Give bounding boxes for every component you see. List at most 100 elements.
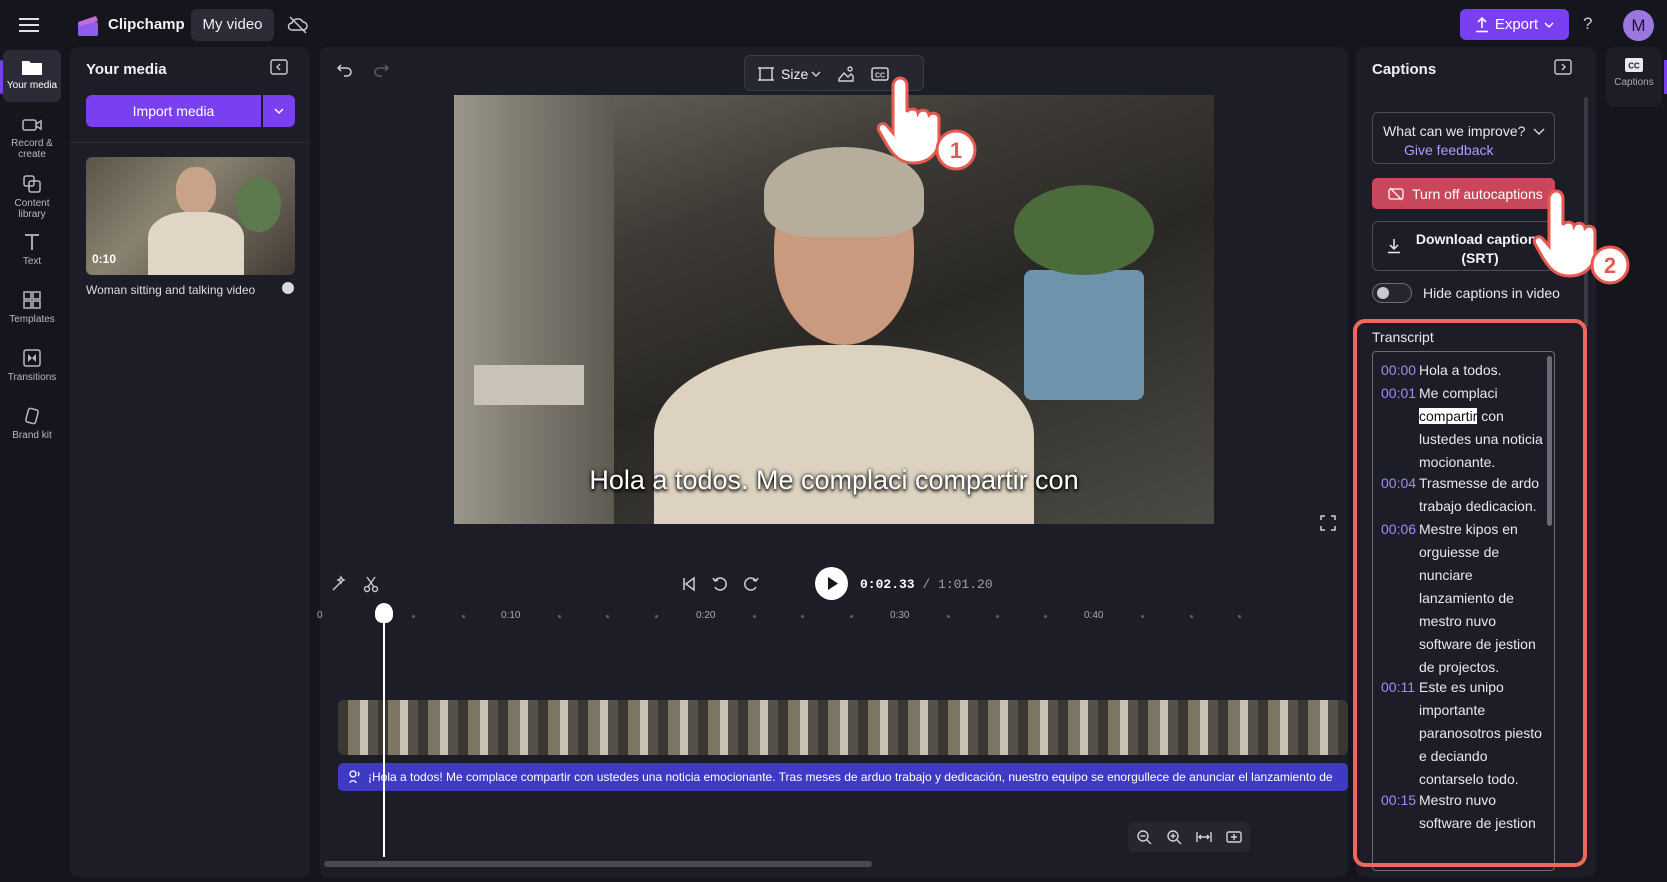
pointing-hand-icon: 2: [1532, 189, 1630, 285]
avatar[interactable]: M: [1623, 10, 1654, 41]
redo-icon[interactable]: [372, 61, 390, 79]
brand-kit-icon: [25, 407, 39, 425]
skip-back-icon[interactable]: [680, 575, 698, 593]
media-duration: 0:10: [92, 252, 117, 266]
upload-icon: [1475, 16, 1488, 32]
rail-item-your-media[interactable]: Your media: [3, 50, 61, 102]
hide-captions-toggle[interactable]: [1372, 283, 1412, 303]
preview-area: Size CC Hola a todos. Me complaci compar…: [317, 47, 1348, 877]
captions-tab-label: Captions: [1614, 77, 1654, 88]
give-feedback-link[interactable]: Give feedback: [1404, 142, 1494, 158]
rail-item-content-library[interactable]: Content library: [3, 174, 61, 220]
crop-icon[interactable]: [757, 65, 775, 83]
chevron-down-icon[interactable]: [1533, 126, 1545, 136]
ruler-dot: [801, 615, 804, 618]
download-icon: [1388, 239, 1400, 254]
rail-item-text[interactable]: Text: [3, 232, 61, 267]
ruler-dot: [850, 615, 853, 618]
app-name: Clipchamp: [108, 16, 185, 33]
play-button[interactable]: [815, 567, 848, 600]
menu-icon[interactable]: [18, 15, 40, 35]
playhead[interactable]: [383, 607, 385, 857]
clipchamp-logo-icon: [78, 16, 98, 36]
ruler-dot: [606, 615, 609, 618]
video-title-tab[interactable]: My video: [191, 9, 274, 41]
check-icon: [282, 282, 294, 294]
ruler-tick-label: 0:40: [1084, 610, 1104, 621]
ruler-dot: [412, 615, 415, 618]
feedback-box[interactable]: What can we improve? Give feedback: [1372, 112, 1555, 164]
ruler-tick-label: 0: [317, 610, 323, 621]
rail-label: Record & create: [11, 138, 53, 160]
plant-pot: [1024, 270, 1144, 400]
ruler-tick-label: 0:30: [890, 610, 910, 621]
divider: [70, 142, 310, 143]
timeline-scrollbar[interactable]: [324, 861, 872, 867]
text-icon: [25, 234, 39, 250]
rail-label: Transitions: [7, 372, 57, 383]
person-body: [654, 345, 1034, 524]
ruler-dot: [996, 615, 999, 618]
rail-label: Templates: [9, 314, 55, 325]
playhead-handle[interactable]: [375, 603, 393, 623]
rail-item-record-create[interactable]: Record & create: [3, 116, 61, 160]
caption-overlay: Hola a todos. Me complaci compartir con: [589, 465, 1079, 495]
chevron-down-icon: [1544, 21, 1554, 28]
background-remove-icon[interactable]: [837, 65, 855, 83]
rail-item-transitions[interactable]: Transitions: [3, 348, 61, 383]
zoom-out-icon[interactable]: [1136, 829, 1152, 845]
zoom-controls: [1128, 822, 1250, 852]
chevron-down-icon: [274, 108, 284, 115]
captions-tab[interactable]: CC Captions: [1606, 47, 1662, 107]
collapse-panel-icon[interactable]: [1554, 59, 1572, 75]
ruler-dot: [753, 615, 756, 618]
toggle-knob: [1377, 287, 1389, 299]
collapse-panel-icon[interactable]: [270, 59, 288, 75]
import-media-button[interactable]: Import media: [86, 95, 261, 127]
rail-label: Your media: [6, 80, 58, 91]
export-button[interactable]: Export: [1460, 9, 1569, 40]
play-icon: [828, 577, 838, 590]
rail-label: Content library: [14, 198, 50, 220]
captions-off-icon: [1388, 187, 1404, 200]
expand-timeline-icon[interactable]: [1226, 829, 1242, 845]
rail-item-brand-kit[interactable]: Brand kit: [3, 406, 61, 441]
video-track[interactable]: [338, 700, 1348, 755]
media-thumbnail[interactable]: [86, 157, 295, 275]
playback-time: 0:02.33 / 1:01.20: [860, 577, 993, 592]
size-label[interactable]: Size: [781, 66, 808, 82]
zoom-in-icon[interactable]: [1166, 829, 1182, 845]
video-preview[interactable]: Hola a todos. Me complaci compartir con: [454, 95, 1214, 524]
rail-item-templates[interactable]: Templates: [3, 290, 61, 325]
templates-icon: [23, 291, 41, 309]
fit-to-width-icon[interactable]: [1196, 829, 1212, 845]
top-bar: Clipchamp My video Export ? M: [0, 0, 1667, 50]
magic-wand-icon[interactable]: [330, 575, 348, 593]
ruler-dot: [1141, 615, 1144, 618]
forward-5-icon[interactable]: [742, 575, 760, 593]
transitions-icon: [23, 349, 41, 367]
media-panel-title: Your media: [86, 61, 167, 78]
step-number: 1: [950, 138, 962, 163]
caption-track-text: ¡Hola a todos! Me complace compartir con…: [368, 770, 1333, 784]
scissors-icon[interactable]: [362, 575, 380, 593]
captions-panel-title: Captions: [1372, 61, 1437, 78]
svg-text:CC: CC: [1628, 62, 1640, 71]
chevron-down-icon: [811, 71, 821, 77]
help-button[interactable]: ?: [1583, 14, 1592, 34]
ruler-dot: [462, 615, 465, 618]
media-panel: Your media Import media 0:10 Woman sitti…: [70, 47, 310, 877]
cloud-off-icon[interactable]: [287, 15, 309, 35]
left-navigation-rail: Your media Record & create Content libra…: [0, 50, 66, 882]
export-label: Export: [1494, 16, 1539, 33]
ruler-dot: [1190, 615, 1193, 618]
rewind-5-icon[interactable]: [711, 575, 729, 593]
camera-icon: [22, 119, 42, 131]
import-dropdown-button[interactable]: [263, 95, 295, 127]
ruler-dot: [655, 615, 658, 618]
undo-icon[interactable]: [336, 61, 354, 79]
caption-track[interactable]: ¡Hola a todos! Me complace compartir con…: [338, 763, 1348, 791]
step-number: 2: [1604, 253, 1616, 278]
fullscreen-icon[interactable]: [1320, 515, 1336, 531]
captions-panel: Captions What can we improve? Give feedb…: [1353, 47, 1596, 877]
